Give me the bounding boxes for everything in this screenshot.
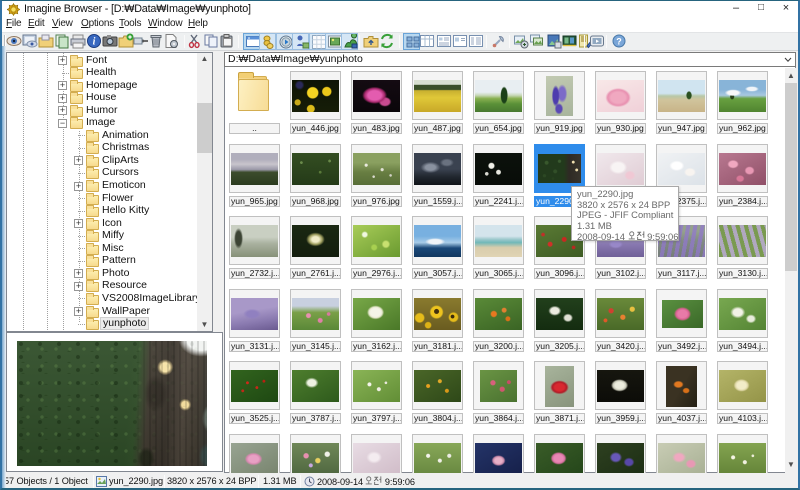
svg-text:i: i [93,37,96,48]
svg-text:?: ? [616,37,622,47]
